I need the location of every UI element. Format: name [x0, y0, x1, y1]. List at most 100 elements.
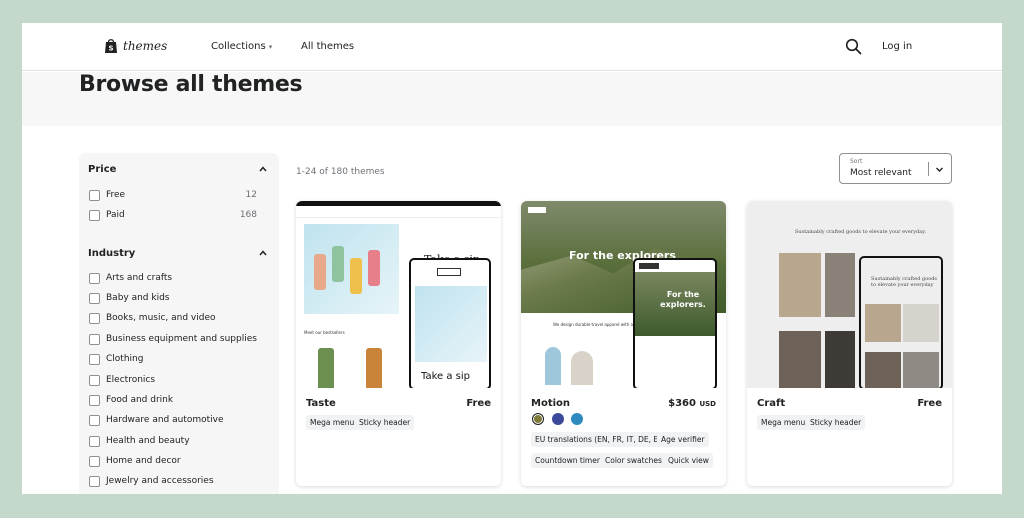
checkbox[interactable]	[89, 475, 100, 487]
theme-card-craft[interactable]: Sustainably crafted goods to elevate you…	[747, 201, 952, 486]
filter-option-label: Business equipment and supplies	[106, 334, 257, 344]
filter-option-jewelry-accessories[interactable]: Jewelry and accessories	[89, 474, 214, 488]
checkbox[interactable]	[89, 312, 100, 324]
bottle-shape	[368, 250, 380, 286]
page-frame: S themes Collections ▾ All themes Log in …	[22, 23, 1002, 494]
feature-tag: Sticky header	[806, 415, 866, 430]
theme-card-motion[interactable]: For the explorers We design durable trav…	[521, 201, 726, 486]
feature-tag: Quick view	[664, 453, 713, 468]
filter-option-food-and-drink[interactable]: Food and drink	[89, 393, 173, 407]
checkbox[interactable]	[89, 209, 100, 221]
filter-option-electronics[interactable]: Electronics	[89, 373, 155, 387]
theme-name[interactable]: Motion	[531, 398, 570, 409]
page-title: Browse all themes	[79, 72, 303, 97]
nav-all-themes[interactable]: All themes	[301, 41, 354, 52]
filter-option-paid[interactable]: Paid 168	[89, 208, 269, 222]
filter-price-heading[interactable]: Price	[88, 164, 116, 175]
preview-logo	[528, 207, 546, 213]
feature-tag: Mega menu	[757, 415, 810, 430]
filter-option-home-decor[interactable]: Home and decor	[89, 454, 181, 468]
price-amount: $360	[668, 398, 696, 409]
preview-logo	[437, 268, 461, 276]
filter-option-label: Food and drink	[106, 395, 174, 405]
shopify-bag-icon: S	[105, 39, 117, 53]
checkbox[interactable]	[89, 435, 100, 447]
feature-tag: Countdown timer	[531, 453, 604, 468]
filter-option-books-music-video[interactable]: Books, music, and video	[89, 311, 216, 325]
filter-option-free[interactable]: Free 12	[89, 188, 269, 202]
checkbox[interactable]	[89, 394, 100, 406]
color-swatch[interactable]	[552, 413, 564, 425]
checkbox[interactable]	[89, 292, 100, 304]
color-swatch[interactable]	[532, 413, 544, 425]
feature-tag: EU translations (EN, FR, IT, DE, ES)	[531, 432, 670, 447]
filter-option-hardware-automotive[interactable]: Hardware and automotive	[89, 413, 224, 427]
chevron-up-icon[interactable]	[259, 165, 267, 173]
nav-collections[interactable]: Collections ▾	[211, 41, 272, 52]
divider	[928, 162, 929, 176]
filter-option-label: Books, music, and video	[106, 313, 216, 323]
preview-phone-frame: For the explorers.	[633, 258, 717, 388]
checkbox[interactable]	[89, 374, 100, 386]
theme-preview-image[interactable]: Take a sip Meet our bestsellers Take a s…	[296, 201, 501, 388]
preview-phone-heading: For the explorers.	[660, 290, 706, 309]
chevron-down-icon[interactable]	[935, 165, 944, 174]
checkbox[interactable]	[89, 189, 100, 201]
preview-caption: Meet our bestsellers	[304, 330, 345, 335]
product-tile	[825, 253, 855, 317]
preview-phone-heading: Take a sip	[421, 371, 470, 382]
filter-option-label: Arts and crafts	[106, 273, 173, 283]
filter-option-count: 12	[245, 190, 257, 200]
theme-price: Free	[466, 398, 491, 409]
checkbox[interactable]	[89, 414, 100, 426]
checkbox[interactable]	[89, 455, 100, 467]
feature-tag: Age verifier	[657, 432, 709, 447]
preview-phone-heading: Sustainably crafted goods to elevate you…	[871, 276, 937, 288]
theme-preview-image[interactable]: Sustainably crafted goods to elevate you…	[747, 201, 952, 388]
theme-name[interactable]: Taste	[306, 398, 336, 409]
filter-option-baby-and-kids[interactable]: Baby and kids	[89, 291, 170, 305]
product-tile	[779, 253, 821, 317]
bottle-shape	[314, 254, 326, 290]
product-tile	[825, 331, 855, 388]
preview-phone-frame: Take a sip	[409, 258, 491, 388]
bottle-shape	[318, 348, 334, 388]
filter-option-label: Paid	[106, 210, 125, 220]
filter-option-label: Home and decor	[106, 456, 181, 466]
bottle-shape	[366, 348, 382, 388]
theme-price: Free	[917, 398, 942, 409]
theme-preview-image[interactable]: For the explorers We design durable trav…	[521, 201, 726, 388]
filter-sidebar: Price Free 12 Paid 168 Industry Arts and…	[79, 153, 279, 494]
sort-select[interactable]: Sort Most relevant	[839, 153, 952, 184]
filter-option-count: 168	[239, 210, 257, 220]
search-icon[interactable]	[845, 38, 862, 55]
filter-option-arts-and-crafts[interactable]: Arts and crafts	[89, 271, 172, 285]
theme-card-taste[interactable]: Take a sip Meet our bestsellers Take a s…	[296, 201, 501, 486]
filter-option-label: Health and beauty	[106, 436, 190, 446]
product-tile	[903, 352, 939, 388]
results-count: 1-24 of 180 themes	[296, 167, 385, 177]
product-tile	[865, 304, 901, 342]
feature-tag: Sticky header	[355, 415, 415, 430]
filter-option-clothing[interactable]: Clothing	[89, 352, 143, 366]
filter-industry-heading[interactable]: Industry	[88, 248, 135, 259]
themes-logo[interactable]: S themes	[104, 38, 167, 54]
preview-heading: Sustainably crafted goods to elevate you…	[795, 229, 926, 235]
filter-option-label: Clothing	[106, 354, 144, 364]
login-link[interactable]: Log in	[882, 41, 912, 52]
filter-option-business-equipment[interactable]: Business equipment and supplies	[89, 332, 257, 346]
theme-name[interactable]: Craft	[757, 398, 785, 409]
chevron-up-icon[interactable]	[259, 249, 267, 257]
product-tile	[865, 352, 901, 388]
checkbox[interactable]	[89, 333, 100, 345]
checkbox[interactable]	[89, 272, 100, 284]
filter-option-health-beauty[interactable]: Health and beauty	[89, 434, 190, 448]
nav-collections-label: Collections	[211, 41, 266, 52]
checkbox[interactable]	[89, 353, 100, 365]
color-swatch[interactable]	[571, 413, 583, 425]
hero-band: Browse all themes	[22, 72, 1002, 126]
filter-option-label: Jewelry and accessories	[106, 476, 214, 486]
preview-phone-frame: Sustainably crafted goods to elevate you…	[859, 256, 943, 388]
bottle-shape	[350, 258, 362, 294]
model-image	[571, 351, 593, 385]
